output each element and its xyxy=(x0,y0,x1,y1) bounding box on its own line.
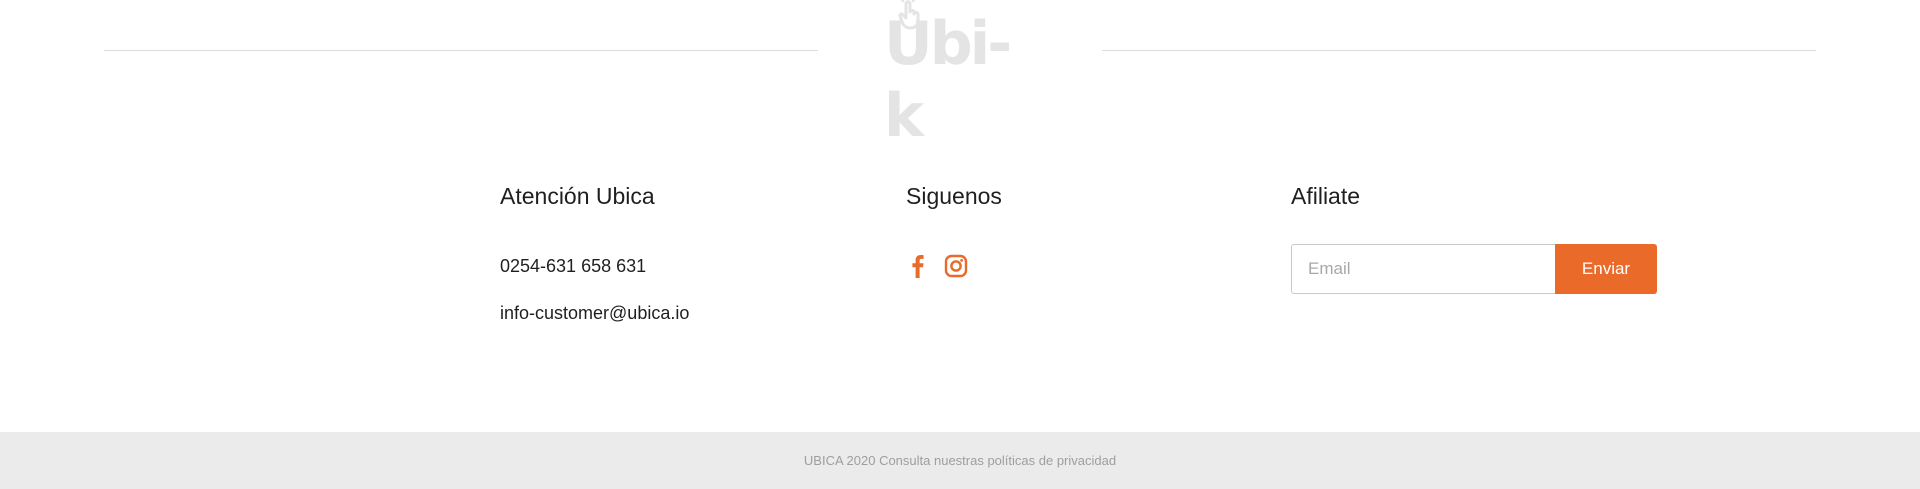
atencion-title: Atención Ubica xyxy=(500,183,655,209)
instagram-icon[interactable] xyxy=(944,254,968,278)
subscribe-form: Enviar xyxy=(1291,244,1657,294)
brand-logo[interactable]: Ubi-k xyxy=(884,0,1036,151)
afiliate-title: Afiliate xyxy=(1291,183,1361,209)
logo-text: Ubi-k xyxy=(884,9,1012,151)
footer-text[interactable]: UBICA 2020 Consulta nuestras políticas d… xyxy=(804,453,1116,468)
send-button[interactable]: Enviar xyxy=(1555,244,1657,294)
atencion-column: Atención Ubica 0254-631 658 631 info-cus… xyxy=(500,180,689,323)
contact-email[interactable]: info-customer@ubica.io xyxy=(500,303,689,324)
email-input[interactable] xyxy=(1291,244,1555,294)
facebook-icon[interactable] xyxy=(906,254,930,278)
afiliate-column: Afiliate Enviar xyxy=(1291,180,1657,294)
footer-bar: UBICA 2020 Consulta nuestras políticas d… xyxy=(0,432,1920,489)
siguenos-title: Siguenos xyxy=(906,183,1002,209)
divider-right xyxy=(1102,50,1816,51)
siguenos-column: Siguenos xyxy=(906,180,1002,278)
contact-phone: 0254-631 658 631 xyxy=(500,256,647,276)
divider-left xyxy=(104,50,818,51)
social-links xyxy=(906,254,968,278)
